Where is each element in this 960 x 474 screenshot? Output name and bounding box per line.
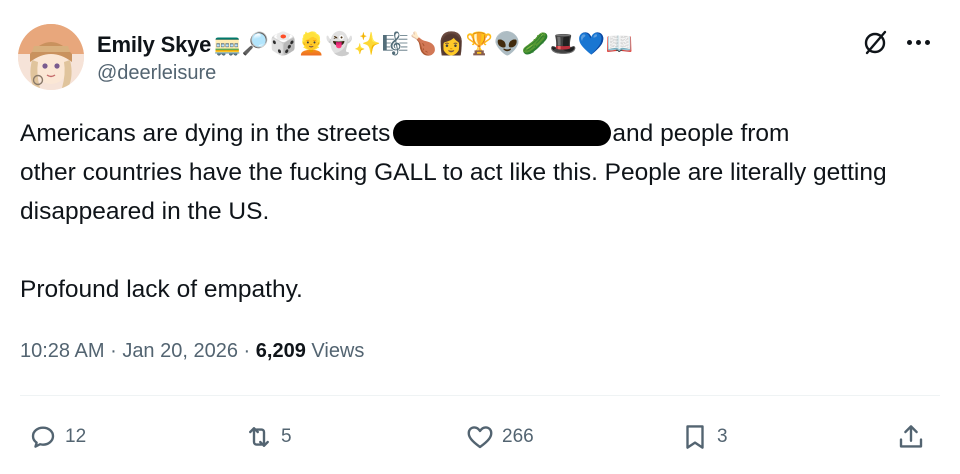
share-button[interactable] xyxy=(896,418,926,456)
ghost-emoji: 👻 xyxy=(325,32,353,57)
alien-emoji: 👽 xyxy=(493,32,521,57)
tweet-text-part: Americans are dying in the streets xyxy=(20,120,391,147)
blond-person-emoji: 👱 xyxy=(297,32,325,57)
name-emojis: 🚃 🔎 🎲 👱 👻 ✨ 🎼 🍗 👩 🏆 👽 🥒 🎩 💙 📖 xyxy=(213,31,633,59)
action-bar: 12 5 266 3 xyxy=(0,418,960,456)
reply-button[interactable]: 12 xyxy=(28,418,86,456)
meta-separator: · xyxy=(110,340,117,362)
like-button[interactable]: 266 xyxy=(465,418,534,456)
like-count: 266 xyxy=(502,426,534,447)
more-icon[interactable] xyxy=(900,29,936,55)
views-label: Views xyxy=(311,340,365,362)
tweet-line-1: Americans are dying in the streets and pe… xyxy=(20,114,940,153)
views-count[interactable]: 6,209 xyxy=(256,340,306,362)
sparkles-emoji: ✨ xyxy=(353,32,381,57)
trophy-emoji: 🏆 xyxy=(465,32,493,57)
bookmark-button[interactable]: 3 xyxy=(680,418,728,456)
meta-separator: · xyxy=(243,340,251,362)
woman-emoji: 👩 xyxy=(437,32,465,57)
user-name-row: Emily Skye 🚃 🔎 🎲 👱 👻 ✨ 🎼 🍗 👩 🏆 👽 🥒 🎩 💙 📖 xyxy=(97,28,633,62)
tweet-card: Emily Skye 🚃 🔎 🎲 👱 👻 ✨ 🎼 🍗 👩 🏆 👽 🥒 🎩 💙 📖… xyxy=(0,0,960,474)
display-name[interactable]: Emily Skye xyxy=(97,32,211,58)
tweet-date[interactable]: Jan 20, 2026 xyxy=(122,340,238,362)
top-hat-emoji: 🎩 xyxy=(549,32,577,57)
repost-icon xyxy=(249,427,269,447)
avatar-illustration xyxy=(18,24,84,90)
share-icon xyxy=(899,425,923,448)
repost-count: 5 xyxy=(281,426,292,447)
avatar[interactable] xyxy=(18,24,84,90)
tweet-time[interactable]: 10:28 AM xyxy=(20,340,105,362)
repost-button[interactable]: 5 xyxy=(244,418,292,456)
reply-count: 12 xyxy=(65,426,87,447)
reply-icon xyxy=(31,426,55,448)
grok-slash-icon[interactable] xyxy=(862,28,890,56)
tweet-paragraph-2: Profound lack of empathy. xyxy=(20,276,303,303)
divider xyxy=(20,395,940,396)
drumstick-emoji: 🍗 xyxy=(409,32,437,57)
bookmark-icon xyxy=(686,425,704,449)
music-score-emoji: 🎼 xyxy=(381,32,409,57)
bookmark-count: 3 xyxy=(717,426,728,447)
blue-heart-emoji: 💙 xyxy=(577,32,605,57)
tweet-text-rest: other countries have the fucking GALL to… xyxy=(20,159,887,225)
tram-emoji: 🚃 xyxy=(213,32,241,57)
tweet-text: Americans are dying in the streets and pe… xyxy=(20,114,940,309)
redaction-bar xyxy=(393,120,612,146)
dice-emoji: 🎲 xyxy=(269,32,297,57)
cucumber-emoji: 🥒 xyxy=(521,32,549,57)
magnifier-emoji: 🔎 xyxy=(241,32,269,57)
user-handle[interactable]: @deerleisure xyxy=(97,62,216,85)
heart-icon xyxy=(467,426,493,449)
tweet-text-part: and people from xyxy=(612,120,790,147)
tweet-meta: 10:28 AM · Jan 20, 2026 · 6,209 Views xyxy=(20,340,364,363)
open-book-emoji: 📖 xyxy=(605,32,633,57)
